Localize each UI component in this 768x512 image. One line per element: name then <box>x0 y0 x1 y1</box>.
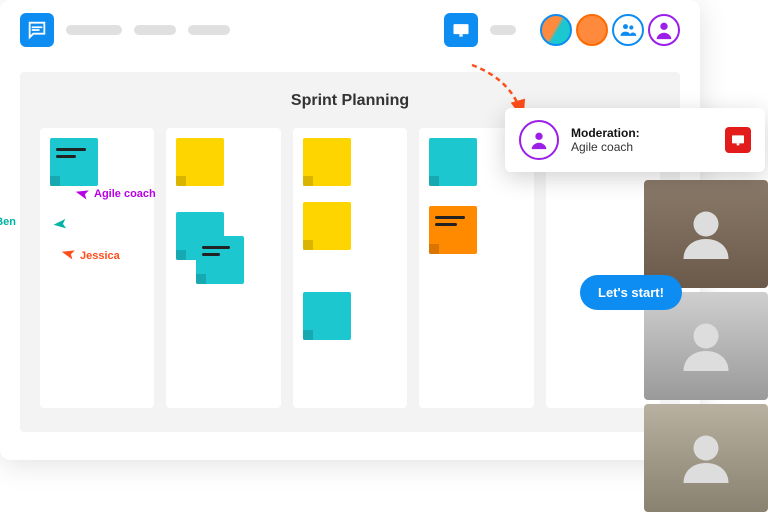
column-1[interactable]: Agile coach Ben Jessica <box>40 128 154 408</box>
nav-placeholder <box>66 25 122 35</box>
tooltip-title: Moderation: <box>571 126 713 140</box>
moderation-tooltip: Moderation: Agile coach <box>505 108 765 172</box>
avatar-moderator[interactable] <box>648 14 680 46</box>
video-participant-3[interactable] <box>644 404 768 512</box>
video-participant-1[interactable] <box>644 180 768 288</box>
sticky-note[interactable] <box>303 292 351 340</box>
sticky-note[interactable] <box>176 138 224 186</box>
avatar-user-1[interactable] <box>540 14 572 46</box>
column-2[interactable] <box>166 128 280 408</box>
sticky-note[interactable] <box>303 138 351 186</box>
sticky-note[interactable] <box>196 236 244 284</box>
sticky-note[interactable] <box>50 138 98 186</box>
nav-placeholder <box>134 25 176 35</box>
tooltip-subtitle: Agile coach <box>571 140 713 154</box>
avatar-group-icon[interactable] <box>612 14 644 46</box>
cursor-agile-coach: Agile coach <box>76 186 92 205</box>
sticky-note[interactable] <box>429 206 477 254</box>
app-window: Sprint Planning Agile coach Ben Jessica <box>0 0 700 460</box>
nav-placeholder <box>188 25 230 35</box>
avatar-group <box>540 14 680 46</box>
video-panel <box>644 180 768 512</box>
cursor-jessica: Jessica <box>62 246 78 265</box>
avatar-moderator <box>519 120 559 160</box>
sticky-note[interactable] <box>429 138 477 186</box>
present-mode-icon <box>725 127 751 153</box>
header <box>0 0 700 60</box>
logo-icon[interactable] <box>20 13 54 47</box>
column-3[interactable] <box>293 128 407 408</box>
nav-placeholder <box>490 25 516 35</box>
start-button[interactable]: Let's start! <box>580 275 682 310</box>
sticky-note[interactable] <box>303 202 351 250</box>
avatar-user-2[interactable] <box>576 14 608 46</box>
present-button[interactable] <box>444 13 478 47</box>
